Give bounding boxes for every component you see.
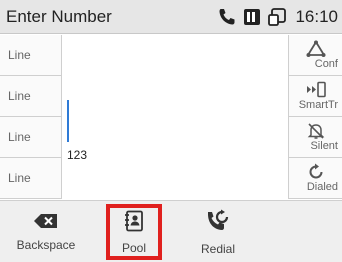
conf-button[interactable]: Conf bbox=[289, 35, 342, 76]
screen-mirror-icon bbox=[267, 7, 287, 27]
backspace-label: Backspace bbox=[16, 237, 76, 252]
dialed-history-icon bbox=[294, 163, 338, 181]
backspace-button[interactable]: Backspace bbox=[0, 201, 92, 262]
line-key-1[interactable]: Line bbox=[0, 35, 61, 76]
smart-transfer-icon bbox=[294, 81, 338, 99]
soft-key-bar: Backspace Pool Redial bbox=[0, 200, 342, 262]
conference-icon bbox=[294, 40, 338, 58]
line-key-label: Line bbox=[8, 89, 31, 103]
line-key-label: Line bbox=[8, 130, 31, 144]
clock: 16:10 bbox=[295, 7, 338, 26]
line-key-2[interactable]: Line bbox=[0, 76, 61, 117]
redial-button[interactable]: Redial bbox=[188, 201, 248, 262]
page-title: Enter Number bbox=[6, 6, 112, 26]
battery-icon bbox=[243, 7, 261, 27]
pool-label: Pool bbox=[121, 240, 147, 255]
line-key-3[interactable]: Line bbox=[0, 117, 61, 158]
line-keys: Line Line Line Line bbox=[0, 35, 62, 199]
silent-button[interactable]: Silent bbox=[289, 117, 342, 158]
dial-input-area[interactable]: 123 bbox=[63, 35, 288, 199]
pool-button[interactable]: Pool bbox=[106, 204, 162, 260]
dialed-number: 123 bbox=[67, 148, 88, 162]
dialed-button[interactable]: Dialed bbox=[289, 158, 342, 199]
line-key-label: Line bbox=[8, 171, 31, 185]
function-keys: Conf SmartTr Silent Dialed bbox=[288, 35, 342, 199]
phonebook-icon bbox=[124, 210, 144, 237]
redial-icon bbox=[205, 209, 231, 238]
text-cursor bbox=[67, 100, 69, 142]
smart-transfer-button[interactable]: SmartTr bbox=[289, 76, 342, 117]
phone-icon bbox=[217, 7, 237, 27]
smart-transfer-label: SmartTr bbox=[298, 99, 338, 111]
silent-label: Silent bbox=[310, 140, 338, 152]
dialed-label: Dialed bbox=[306, 181, 338, 193]
redial-label: Redial bbox=[200, 241, 236, 256]
conf-label: Conf bbox=[314, 58, 338, 70]
status-icons: 16:10 bbox=[217, 0, 338, 34]
backspace-icon bbox=[33, 213, 59, 234]
silent-bell-icon bbox=[294, 122, 338, 140]
status-bar: Enter Number 16:10 bbox=[0, 0, 342, 34]
line-key-4[interactable]: Line bbox=[0, 158, 61, 199]
line-key-label: Line bbox=[8, 48, 31, 62]
